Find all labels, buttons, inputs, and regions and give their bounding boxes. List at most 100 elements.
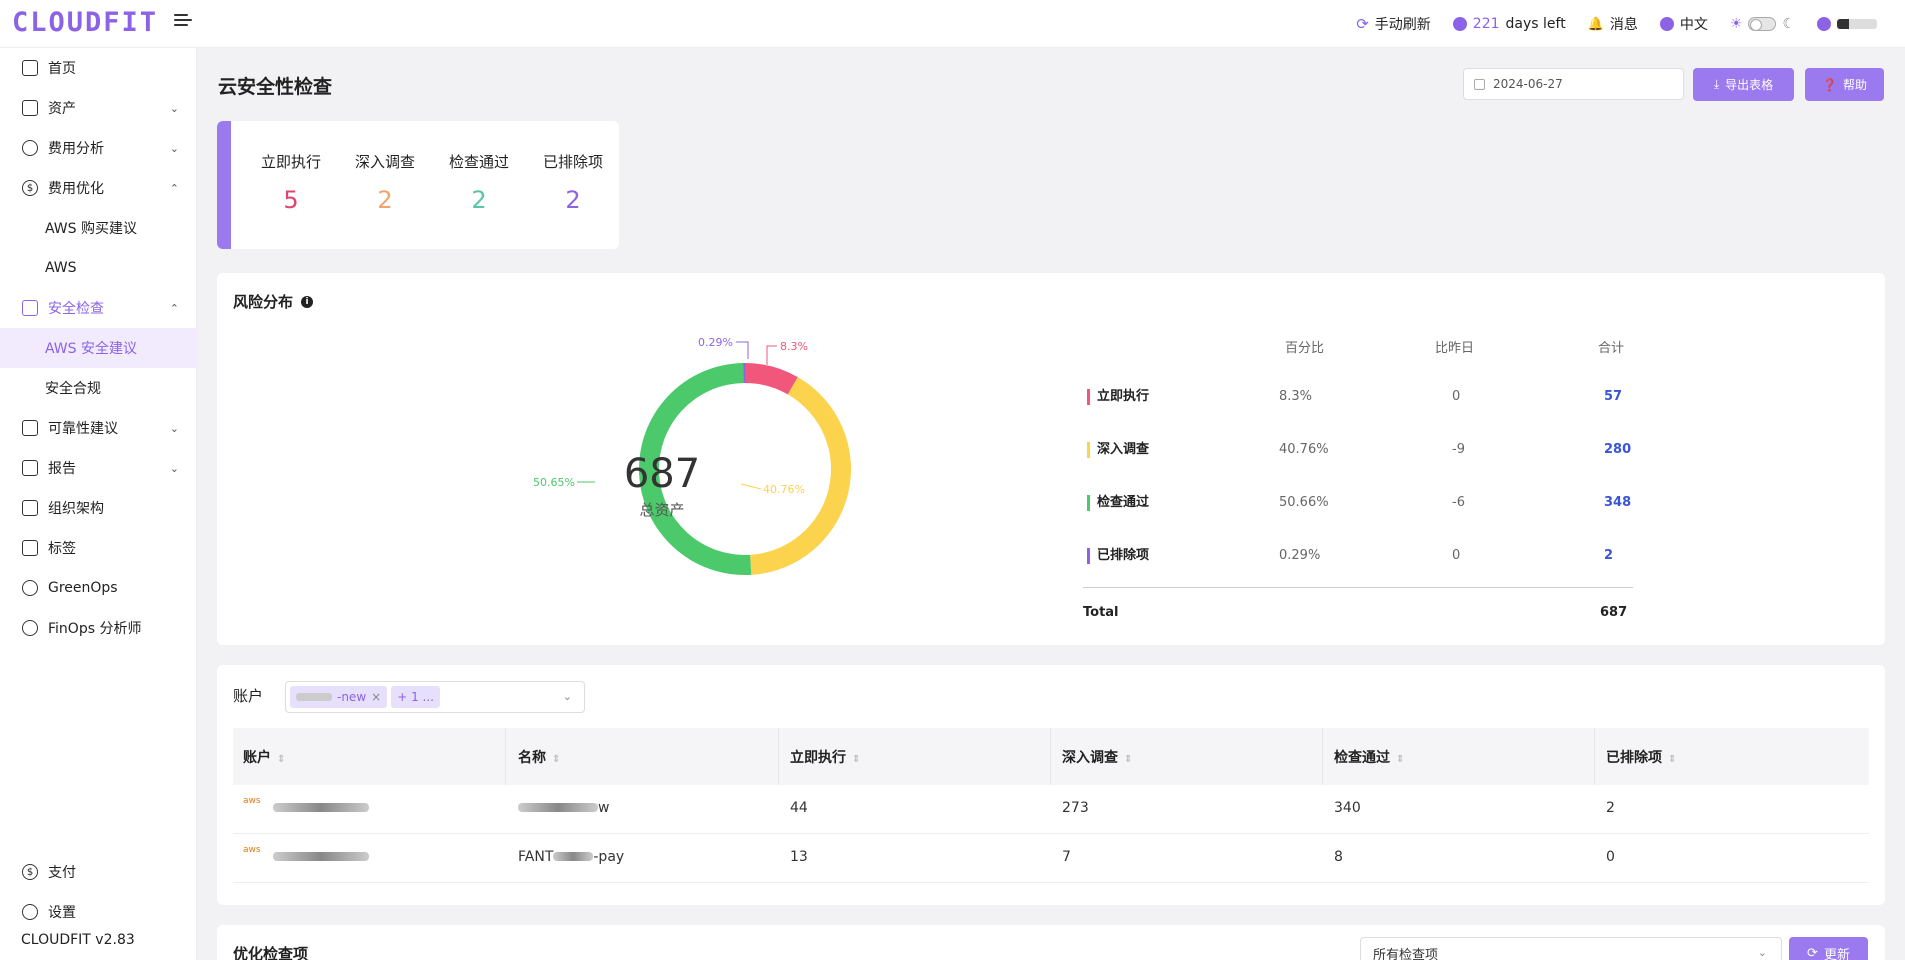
account-name-redacted [553,852,594,861]
date-picker[interactable]: 2024-06-27 [1463,68,1684,100]
sidebar-item-reports[interactable]: 报告 ⌄ [0,448,197,488]
col-vs-yesterday: 比昨日 [1435,341,1475,356]
stat-excluded: 已排除项 2 [542,153,603,214]
asset-icon [22,100,38,116]
theme-switch[interactable]: ☀ ☾ [1730,16,1795,32]
sidebar-item-security-compliance[interactable]: 安全合规 [0,368,197,408]
risk-total-row: Total 687 [1083,605,1628,620]
stat-passed: 检查通过 2 [448,153,509,214]
account-more-tag[interactable]: + 1 ... [391,686,440,708]
sidebar-item-assets[interactable]: 资产 ⌄ [0,88,197,128]
bell-icon: 🔔 [1587,16,1604,32]
account-id-redacted [273,803,369,812]
gear-icon [22,904,38,920]
sidebar-item-settings[interactable]: 设置 [0,892,197,932]
export-button[interactable]: ⤓ 导出表格 [1693,68,1794,101]
sidebar-item-aws-purchase[interactable]: AWS 购买建议 [0,208,197,248]
sidebar-item-reliability[interactable]: 可靠性建议 ⌄ [0,408,197,448]
label-green: 50.65% [533,476,575,489]
label-yellow: 40.76% [763,483,805,496]
download-icon: ⤓ [1713,77,1720,91]
license-days: 221 days left [1452,16,1566,32]
analyst-icon [22,620,38,636]
menu-toggle-icon[interactable] [174,14,192,30]
sort-icon[interactable]: ⇕ [552,754,560,765]
dollar-icon: $ [22,864,38,880]
sidebar-item-cost-optimization[interactable]: $ 费用优化 ⌃ [0,168,197,208]
optimization-card: 优化检查项 所有检查项 ⌄ ⟳ 更新 [217,925,1885,960]
account-id-redacted [273,852,369,861]
th-account[interactable]: 账户 ⇕ [243,747,285,767]
account-select[interactable]: -new × + 1 ... ⌄ [285,681,585,713]
sidebar-item-security-check[interactable]: 安全检查 ⌃ [0,288,197,328]
label-leader [740,483,762,490]
sidebar-item-greenops[interactable]: GreenOps [0,568,197,608]
chevron-down-icon: ⌄ [562,690,572,703]
col-total: 合计 [1598,341,1625,356]
risk-distribution-card: 风险分布 i 50.65% 40.76% 0.29% 8.3% 687 总资产 … [217,273,1885,645]
sidebar-item-payment[interactable]: $ 支付 [0,852,197,892]
sidebar-item-cost-analysis[interactable]: 费用分析 ⌄ [0,128,197,168]
help-button[interactable]: ❓ 帮助 [1805,68,1884,101]
chevron-down-icon: ⌄ [169,101,179,115]
sun-icon: ☀ [1729,16,1743,32]
th-immediate[interactable]: 立即执行 ⇕ [790,747,860,767]
sidebar-item-aws[interactable]: AWS [0,248,197,288]
accounts-label: 账户 [233,687,264,705]
sort-icon[interactable]: ⇕ [1124,754,1132,765]
chevron-down-icon: ⌄ [169,421,179,435]
th-excluded[interactable]: 已排除项 ⇕ [1606,747,1676,767]
sidebar-item-finops[interactable]: FinOps 分析师 [0,608,197,648]
risk-row: 深入调查 40.76% -9 280 [1083,442,1663,462]
donut-slice-0[interactable] [745,363,798,395]
sidebar-item-org[interactable]: 组织架构 [0,488,197,528]
col-percent: 百分比 [1285,341,1325,356]
sort-icon[interactable]: ⇕ [1668,754,1676,765]
gauge-icon [22,140,38,156]
sort-icon[interactable]: ⇕ [1396,754,1404,765]
alarm-icon [22,300,38,316]
table-row[interactable]: aws FANT -pay 13 7 8 0 [233,834,1869,883]
sort-icon[interactable]: ⇕ [277,754,285,765]
page-title: 云安全性检查 [218,76,333,98]
stat-immediate: 立即执行 5 [260,153,321,214]
messages-button[interactable]: 🔔 消息 [1588,14,1638,34]
document-check-icon [22,420,38,436]
close-icon[interactable]: × [371,690,381,704]
chevron-down-icon: ⌄ [1757,946,1767,959]
donut-slice-1[interactable] [750,377,851,575]
risk-row: 检查通过 50.66% -6 348 [1083,495,1663,515]
globe-icon [1659,17,1674,31]
sidebar-item-aws-security[interactable]: AWS 安全建议 [0,328,197,368]
account-tag[interactable]: -new × [290,686,388,708]
refresh-button[interactable]: ⟳ 手动刷新 [1356,14,1431,34]
th-investigate[interactable]: 深入调查 ⇕ [1062,747,1132,767]
user-menu[interactable] [1817,17,1877,31]
theme-toggle[interactable] [1748,17,1777,31]
sort-icon[interactable]: ⇕ [852,754,860,765]
label-leader [736,341,749,359]
calendar-icon [1474,78,1485,90]
leaf-icon [22,580,38,596]
check-item-select[interactable]: 所有检查项 ⌄ [1360,937,1782,960]
th-name[interactable]: 名称 ⇕ [518,747,560,767]
sidebar-item-tags[interactable]: 标签 [0,528,197,568]
account-name-redacted [518,803,598,812]
label-red: 8.3% [780,340,808,353]
th-passed[interactable]: 检查通过 ⇕ [1334,747,1404,767]
logo[interactable]: CLOUDFIT [12,7,158,38]
aws-logo-icon: aws [243,845,261,855]
donut-center: 687 总资产 [623,451,701,519]
update-button[interactable]: ⟳ 更新 [1789,937,1868,960]
sidebar: 首页 资产 ⌄ 费用分析 ⌄ $ 费用优化 ⌃ AWS 购买建议 AWS 安全检查 ⌃ A… [0,48,197,960]
sidebar-item-home[interactable]: 首页 [0,48,197,88]
moon-icon: ☾ [1782,16,1795,32]
info-icon[interactable]: i [301,295,314,308]
aws-logo-icon: aws [243,796,261,806]
language-button[interactable]: 中文 [1659,14,1708,34]
label-leader [766,345,777,365]
version-label: CLOUDFIT v2.83 [21,932,135,948]
risk-title: 风险分布 i [233,291,314,312]
risk-row: 已排除项 0.29% 0 2 [1083,548,1663,568]
table-row[interactable]: aws w 44 273 340 2 [233,785,1869,834]
